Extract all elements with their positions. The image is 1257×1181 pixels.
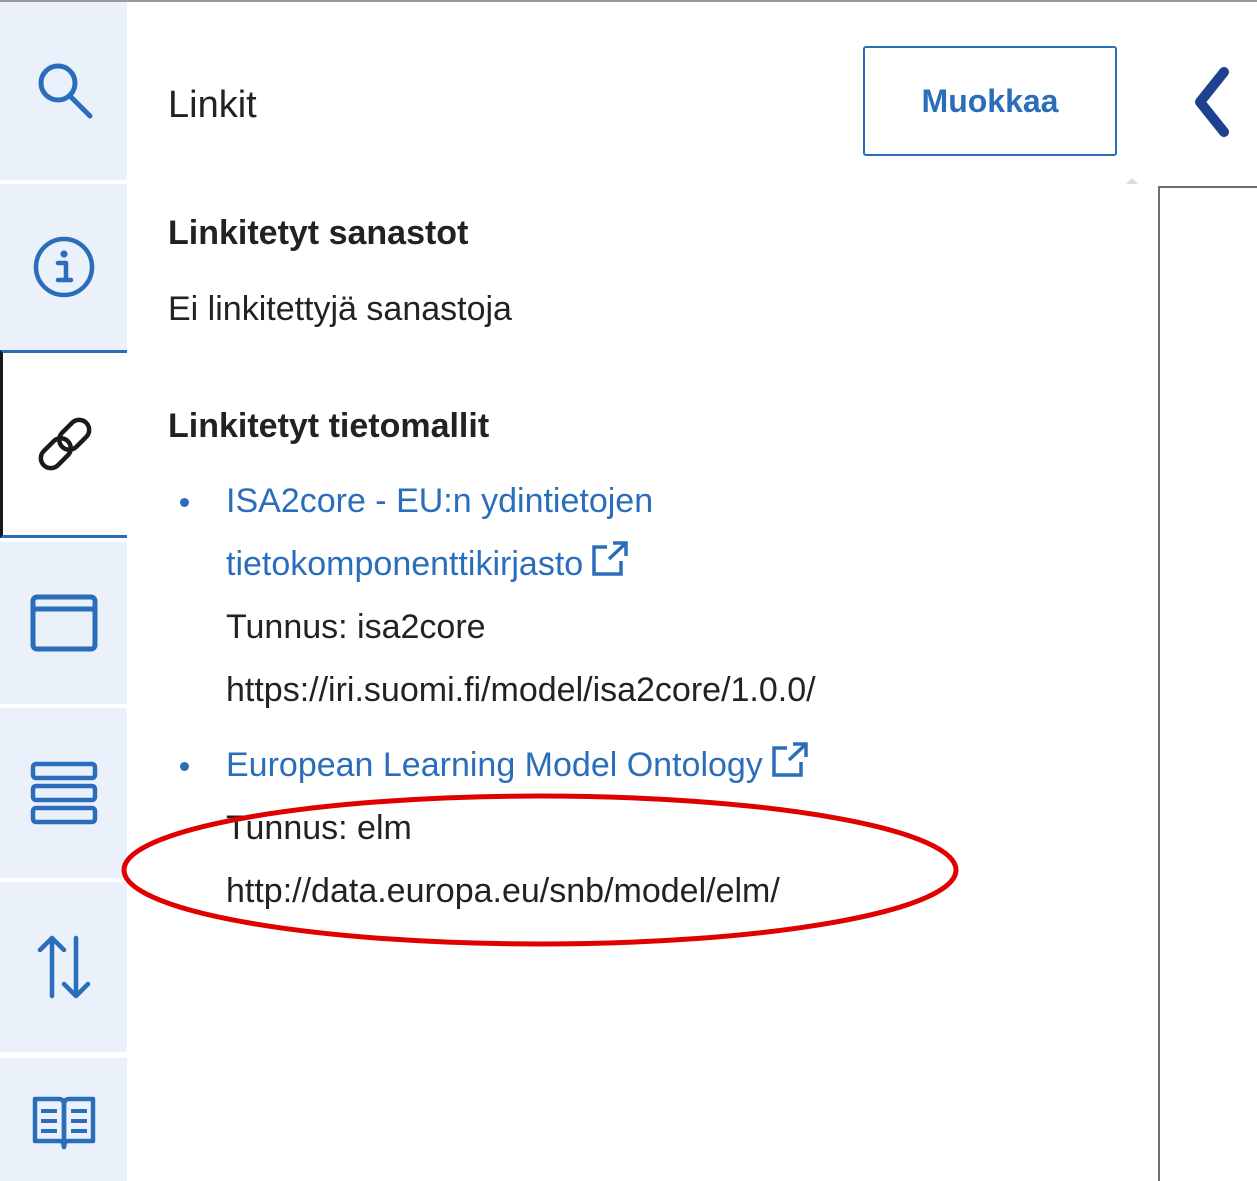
app-window: Linkit Muokkaa Linkitetyt sanastot Ei li…	[0, 0, 1257, 1181]
sidebar-item-info[interactable]	[0, 184, 127, 350]
model-link-isa2core[interactable]: ISA2core - EU:n ydintietojen tietokompon…	[226, 482, 653, 583]
panel-scrollbar[interactable]	[1117, 172, 1145, 1181]
sidebar-item-sort[interactable]	[0, 882, 127, 1052]
sidebar-rail	[0, 2, 127, 1181]
scroll-up-arrow[interactable]	[1126, 178, 1138, 184]
chevron-left-icon	[1195, 67, 1229, 137]
list-icon	[30, 761, 97, 825]
external-link-icon	[592, 541, 628, 576]
sidebar-item-search[interactable]	[0, 2, 127, 180]
links-panel: Linkit Muokkaa Linkitetyt sanastot Ei li…	[127, 2, 1145, 1181]
model-link-elm[interactable]: European Learning Model Ontology	[226, 742, 809, 784]
edit-button[interactable]: Muokkaa	[863, 46, 1117, 156]
model-identifier: Tunnus: isa2core	[226, 608, 486, 646]
model-identifier: Tunnus: elm	[226, 809, 412, 847]
model-title-line: ISA2core - EU:n ydintietojen	[226, 482, 654, 520]
search-icon	[38, 63, 92, 119]
sidebar-item-book[interactable]	[0, 1058, 127, 1181]
collapse-panel-button[interactable]	[1182, 62, 1242, 142]
model-title-line: tietokomponenttikirjasto	[226, 545, 584, 583]
model-uri: http://data.europa.eu/snb/model/elm/	[226, 872, 780, 910]
info-icon	[33, 236, 94, 298]
list-item: European Learning Model Ontology Tunnus:…	[168, 734, 988, 923]
linked-vocabularies-empty-text: Ei linkitettyjä sanastoja	[168, 290, 512, 328]
bullet	[180, 498, 189, 507]
book-icon	[32, 1096, 95, 1149]
bullet	[180, 762, 189, 771]
model-uri: https://iri.suomi.fi/model/isa2core/1.0.…	[226, 671, 816, 709]
visualization-pane[interactable]	[1158, 186, 1257, 1181]
sort-icon	[37, 935, 90, 999]
list-spacer	[168, 722, 988, 734]
external-link-icon	[772, 742, 808, 777]
link-icon	[38, 417, 92, 471]
model-title-line: European Learning Model Ontology	[226, 746, 763, 784]
linked-models-list: ISA2core - EU:n ydintietojen tietokompon…	[168, 470, 988, 923]
list-item: ISA2core - EU:n ydintietojen tietokompon…	[168, 470, 988, 722]
window-icon	[30, 594, 97, 652]
sidebar-item-list[interactable]	[0, 708, 127, 878]
linked-models-heading: Linkitetyt tietomallit	[168, 407, 490, 445]
panel-title: Linkit	[168, 84, 257, 126]
sidebar-item-window[interactable]	[0, 542, 127, 704]
sidebar-item-links[interactable]	[0, 350, 127, 538]
linked-vocabularies-heading: Linkitetyt sanastot	[168, 214, 469, 252]
